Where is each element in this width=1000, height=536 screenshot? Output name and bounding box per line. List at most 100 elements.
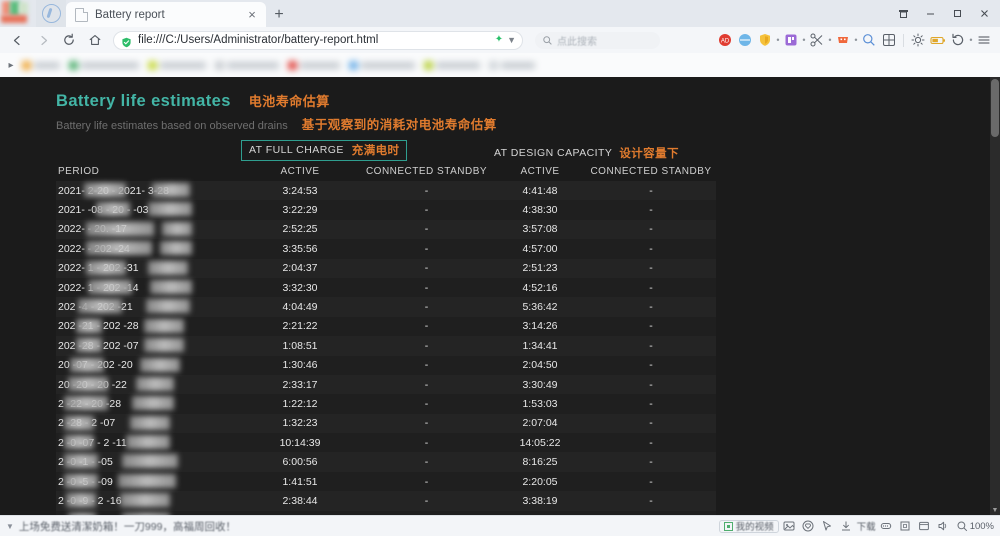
cell-dc-standby: - [586,452,716,471]
cell-fc-standby: - [359,433,494,452]
redacted-block [96,202,130,216]
cell-dc-active: 3:57:08 [494,220,586,239]
screenshot-icon[interactable] [809,32,825,48]
tab-battery-report[interactable]: Battery report × [66,2,266,27]
cell-period: 2 -0 -1 - -05 [56,452,241,471]
collections-icon[interactable] [890,2,917,26]
my-video-button[interactable]: 我的视频 [719,520,779,533]
scrollbar-thumb[interactable] [991,79,999,137]
vpn-icon[interactable] [878,519,895,533]
redacted-block [144,319,184,333]
heart-icon[interactable] [800,519,817,533]
page-content: Battery life estimates 电池寿命估算 Battery li… [0,77,1000,515]
cell-dc-standby: - [586,375,716,394]
browser-badge-icon [36,0,66,27]
leaf-icon[interactable]: ✦ [495,35,503,45]
toolbar-divider [903,34,904,47]
cell-dc-standby: - [586,336,716,355]
window-icon[interactable] [916,519,933,533]
address-bar-actions: ✦ ▼ [495,35,516,45]
redacted-block [64,454,98,468]
cell-dc-standby: - [586,472,716,491]
group-design-capacity-label: AT DESIGN CAPACITY [494,147,612,159]
theme-icon[interactable] [910,32,926,48]
notes-menu-dot-icon[interactable]: • [801,35,807,45]
cell-period: 202 -4 - 202 -21 [56,297,241,316]
table-row: 202 -21 - 202 -282:21:22-3:14:26- [56,317,716,336]
shield-icon[interactable] [757,32,773,48]
navigation-toolbar: file:///C:/Users/Administrator/battery-r… [0,27,1000,53]
sound-icon[interactable] [935,519,952,533]
find-icon[interactable] [861,32,877,48]
menu-icon[interactable] [976,32,992,48]
zoom-control[interactable]: 100% [957,521,994,532]
cell-fc-standby: - [359,239,494,258]
redacted-block [144,338,184,352]
chevron-down-icon[interactable]: ▼ [507,36,516,45]
table-row: 2022- 1 - 202 -312:04:37-2:51:23- [56,259,716,278]
cell-period: 2022- - 202 -24 [56,239,241,258]
redacted-block [148,261,188,275]
cell-fc-standby: - [359,297,494,316]
cell-fc-active: 1:22:12 [241,394,359,413]
compat-icon[interactable] [897,519,914,533]
cell-fc-active: 3:22:29 [241,200,359,219]
cell-fc-standby: - [359,181,494,200]
bookmarks-expand-icon[interactable]: ▸ [4,60,18,71]
column-header-dc-standby: CONNECTED STANDBY [586,161,716,181]
history-menu-dot-icon[interactable]: • [968,35,974,45]
cell-fc-standby: - [359,491,494,510]
history-icon[interactable] [950,32,966,48]
new-tab-button[interactable]: + [266,2,292,27]
translate-icon[interactable] [737,32,753,48]
cell-dc-standby: - [586,491,716,510]
cell-period: 202 -21 - 202 -28 [56,317,241,336]
cell-dc-active: 2:04:50 [494,356,586,375]
cell-period: 2022- 1 - 202 -14 [56,278,241,297]
maximize-button[interactable] [944,2,971,26]
cell-dc-standby: - [586,278,716,297]
shield-menu-dot-icon[interactable]: • [775,35,781,45]
redacted-block [76,338,102,352]
games-menu-dot-icon[interactable]: • [853,35,859,45]
reload-icon[interactable] [56,28,82,52]
status-collapse-icon[interactable]: ▼ [6,522,14,531]
cell-dc-active: 4:38:30 [494,200,586,219]
column-header-fc-active: ACTIVE [241,161,359,181]
redacted-block [132,396,174,410]
battery-icon[interactable] [930,32,946,48]
scroll-down-icon[interactable]: ▼ [990,505,1000,515]
cell-fc-active: 2:04:37 [241,259,359,278]
redacted-block [86,241,152,255]
close-window-button[interactable] [971,2,998,26]
apps-grid-icon[interactable] [881,32,897,48]
table-row: 2021- 2-20 - 2021- 3-283:24:53-4:41:48- [56,181,716,200]
notes-icon[interactable] [783,32,799,48]
cell-dc-standby: - [586,239,716,258]
forward-icon[interactable] [30,28,56,52]
minimize-button[interactable] [917,2,944,26]
cursor-icon[interactable] [819,519,836,533]
download-button[interactable]: 下载 [838,519,876,533]
table-row: 2021- -08 - 20 - -033:22:29-4:38:30- [56,200,716,219]
back-icon[interactable] [4,28,30,52]
address-bar[interactable]: file:///C:/Users/Administrator/battery-r… [113,31,523,50]
bookmarks-bar[interactable]: ▸ [0,53,1000,77]
blocker-icon[interactable]: AD [717,32,733,48]
cell-fc-standby: - [359,220,494,239]
cell-dc-active: 1:53:03 [494,394,586,413]
screenshot-menu-dot-icon[interactable]: • [827,35,833,45]
redacted-block [70,358,104,372]
cell-dc-active: 2:07:04 [494,414,586,433]
search-input[interactable]: 点此搜索 [535,32,660,49]
group-design-capacity: AT DESIGN CAPACITY 设计容量下 [494,140,716,161]
home-icon[interactable] [82,28,108,52]
group-full-charge-label: AT FULL CHARGE [249,144,344,156]
close-icon[interactable]: × [244,7,260,23]
games-icon[interactable] [835,32,851,48]
svg-text:AD: AD [721,39,730,45]
image-icon[interactable] [781,519,798,533]
redacted-block [130,416,170,430]
page-title-row: Battery life estimates 电池寿命估算 [56,91,990,111]
page-scrollbar[interactable]: ▲ ▼ [990,77,1000,515]
